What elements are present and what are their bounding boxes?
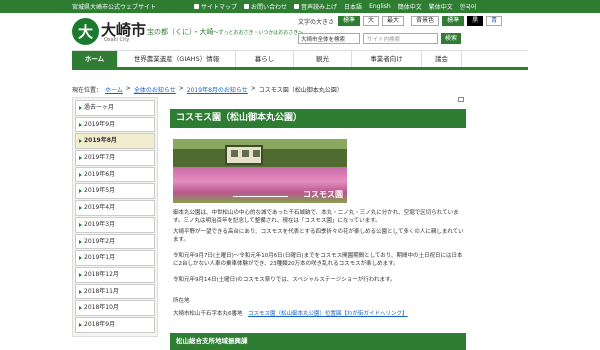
sidebar-item[interactable]: 2019年4月 bbox=[75, 200, 155, 216]
lang-zh-cn[interactable]: 簡体中文 bbox=[398, 2, 422, 11]
lang-ja[interactable]: 日本語 bbox=[344, 2, 362, 11]
breadcrumb: 現在位置： ホーム > 全体のお知らせ > 2019年8月のお知らせ > コスモ… bbox=[72, 85, 343, 94]
global-nav: ホーム 世界農業遺産（GIAHS）情報 暮らし 観光 事業者向け 議会 bbox=[72, 50, 528, 70]
sidebar-item[interactable]: 2019年5月 bbox=[75, 183, 155, 200]
sidebar-item[interactable]: 2019年9月 bbox=[75, 116, 155, 133]
bg-black-button[interactable]: 黒 bbox=[467, 16, 484, 26]
lang-en[interactable]: English bbox=[369, 2, 391, 11]
cosmos-photo: コスモス園 bbox=[173, 139, 347, 203]
tagline: 宝の都（くに）・大崎～ずっとおおさき・いつかはおおさき～ bbox=[147, 28, 304, 36]
search-input[interactable]: サイト内検索 bbox=[363, 33, 438, 44]
display-controls: 文字の大きさ 標準 大 最大 背景色 標準 黒 青 bbox=[298, 16, 503, 26]
bg-label: 背景色 bbox=[411, 16, 440, 26]
sidebar-item[interactable]: 2019年6月 bbox=[75, 166, 155, 183]
sidebar-item[interactable]: 2019年8月 bbox=[75, 133, 155, 150]
paragraph-4: 令和元年9月14日(土曜日)のコスモス祭りでは、スペシャルステージショーが行われ… bbox=[173, 277, 396, 283]
textsize-label: 文字の大きさ bbox=[298, 18, 335, 26]
textsize-max-button[interactable]: 最大 bbox=[382, 16, 405, 26]
city-logo[interactable]: 大 bbox=[72, 18, 99, 45]
sidebar-item[interactable]: 過去一ヶ月 bbox=[75, 100, 155, 116]
nav-home[interactable]: ホーム bbox=[72, 51, 118, 67]
breadcrumb-sep: > bbox=[125, 85, 131, 92]
page-title: コスモス園（松山御本丸公園） bbox=[170, 109, 466, 128]
breadcrumb-home[interactable]: ホーム bbox=[105, 85, 123, 94]
city-name-en: Osaki City bbox=[104, 37, 130, 43]
tram-image bbox=[225, 145, 263, 165]
paragraph-1: 御本丸公園は、中世松山の中心的な城であった千石城跡で、本丸・二ノ丸・三ノ丸に分か… bbox=[173, 210, 459, 224]
location-label: 所在地 bbox=[173, 298, 190, 304]
search-scope-select[interactable]: 大崎市全体を検索 bbox=[298, 33, 360, 44]
address-line: 大崎市松山千石字本丸6番地 コスモス園（松山御本丸公園）位置図【わが街ガイドへリ… bbox=[173, 310, 468, 318]
breadcrumb-all-notices[interactable]: 全体のお知らせ bbox=[134, 85, 176, 94]
breadcrumb-prefix: 現在位置： bbox=[72, 87, 103, 94]
breadcrumb-month[interactable]: 2019年8月のお知らせ bbox=[187, 85, 248, 94]
address: 大崎市松山千石字本丸6番地 bbox=[173, 311, 243, 317]
site-label: 宮城県大崎市公式ウェブサイト bbox=[72, 4, 157, 11]
sidebar-item[interactable]: 2018年10月 bbox=[75, 300, 155, 316]
sidebar-item[interactable]: 2018年9月 bbox=[75, 316, 155, 333]
speaker-icon bbox=[294, 4, 300, 9]
utility-links: サイトマップ お問い合わせ 音声読み上げ 日本語 English 簡体中文 繁体… bbox=[194, 2, 476, 11]
contact-link[interactable]: お問い合わせ bbox=[244, 2, 287, 11]
mail-icon bbox=[244, 4, 250, 9]
nav-business[interactable]: 事業者向け bbox=[352, 51, 422, 67]
sitemap-icon bbox=[194, 4, 199, 9]
nav-assembly[interactable]: 議会 bbox=[422, 51, 462, 67]
paragraph-3: 令和元年9月7日(土曜日)～令和元年10月6日(日曜日)までをコスモス開園期間と… bbox=[173, 253, 463, 267]
sitemap-link[interactable]: サイトマップ bbox=[194, 2, 237, 11]
bg-standard-button[interactable]: 標準 bbox=[442, 16, 465, 26]
sidebar-item[interactable]: 2018年11月 bbox=[75, 283, 155, 300]
sidebar-item[interactable]: 2019年7月 bbox=[75, 150, 155, 166]
textsize-large-button[interactable]: 大 bbox=[363, 16, 380, 26]
bg-blue-button[interactable]: 青 bbox=[486, 16, 503, 26]
search-row: 大崎市全体を検索 サイト内検索 検索 bbox=[298, 33, 461, 44]
search-button[interactable]: 検索 bbox=[441, 33, 461, 44]
map-link[interactable]: コスモス園（松山御本丸公園）位置図【わが街ガイドへリンク】 bbox=[248, 311, 408, 317]
sidebar-item[interactable]: 2019年1月 bbox=[75, 250, 155, 266]
month-sidebar: 過去一ヶ月 2019年9月 2019年8月 2019年7月 2019年6月 2019年5月… bbox=[72, 97, 158, 337]
paragraph-2: 大崎平野が一望できる高台にあり、コスモスを代表とする四季折々の花が楽しめる公園と… bbox=[173, 229, 464, 243]
sidebar-item[interactable]: 2019年2月 bbox=[75, 233, 155, 250]
section-heading: 松山総合支所地域振興課 bbox=[170, 333, 466, 350]
nav-giahs[interactable]: 世界農業遺産（GIAHS）情報 bbox=[118, 51, 236, 67]
nav-tourism[interactable]: 観光 bbox=[294, 51, 352, 67]
lang-zh-tw[interactable]: 繁体中文 bbox=[429, 2, 453, 11]
sidebar-item[interactable]: 2018年12月 bbox=[75, 266, 155, 283]
photo-caption: コスモス園 bbox=[303, 190, 343, 199]
page: { "header": { "site_label": "宮城県大崎市公式ウェブ… bbox=[0, 0, 600, 350]
tagline-sub: ～ずっとおおさき・いつかはおおさき～ bbox=[213, 30, 304, 36]
print-icon[interactable] bbox=[458, 97, 464, 102]
breadcrumb-sep: > bbox=[250, 85, 256, 92]
textsize-standard-button[interactable]: 標準 bbox=[338, 16, 361, 26]
nav-living[interactable]: 暮らし bbox=[236, 51, 294, 67]
breadcrumb-sep: > bbox=[178, 85, 184, 92]
lang-ko[interactable]: 한국어 bbox=[460, 2, 477, 11]
sidebar-item[interactable]: 2019年3月 bbox=[75, 216, 155, 233]
top-bar: 宮城県大崎市公式ウェブサイト サイトマップ お問い合わせ 音声読み上げ 日本語 … bbox=[0, 0, 600, 13]
breadcrumb-current: コスモス園（松山御本丸公園） bbox=[258, 87, 343, 94]
voice-link[interactable]: 音声読み上げ bbox=[294, 2, 337, 11]
